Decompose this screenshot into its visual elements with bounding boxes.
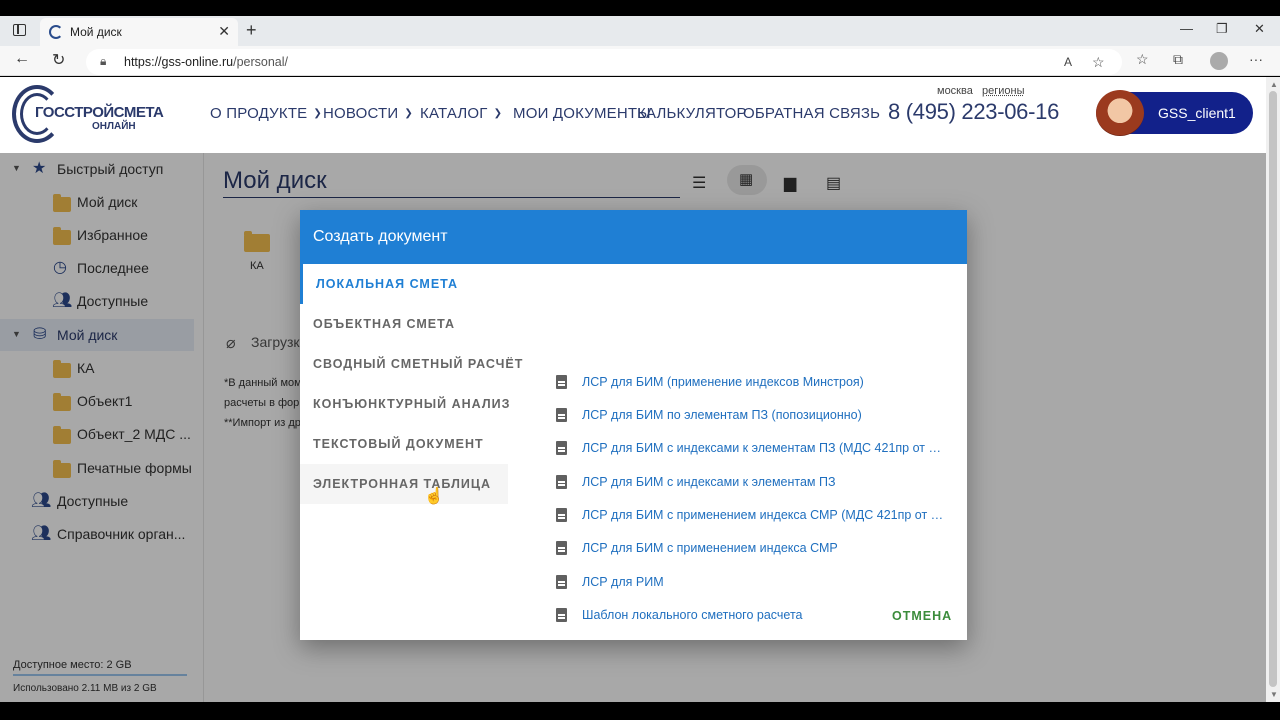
menu-my-documents[interactable]: МОИ ДОКУМЕНТЫ — [513, 105, 651, 122]
scroll-up-icon[interactable]: ▲ — [1270, 80, 1278, 89]
regions-link[interactable]: регионы — [982, 85, 1025, 97]
screen: Мой диск ✕ + — ❐ ✕ ← ↻ 🔒︎ https://gss-on… — [0, 0, 1280, 720]
document-icon — [556, 441, 567, 455]
category-summary-estimate[interactable]: СВОДНЫЙ СМЕТНЫЙ РАСЧЁТ — [300, 344, 522, 384]
collections-icon[interactable]: ⧉ — [1173, 51, 1183, 68]
lock-icon: 🔒︎ — [100, 54, 107, 68]
avatar — [1096, 90, 1144, 136]
top-border — [0, 0, 1280, 16]
menu-about[interactable]: О ПРОДУКТЕ ❯ — [210, 105, 322, 122]
menu-news[interactable]: НОВОСТИ ❯ — [323, 105, 413, 122]
create-document-dialog: Создать документ ЛОКАЛЬНАЯ СМЕТА ОБЪЕКТН… — [300, 210, 967, 640]
category-text-document[interactable]: ТЕКСТОВЫЙ ДОКУМЕНТ — [300, 424, 508, 464]
favorites-icon[interactable]: ☆ — [1136, 51, 1149, 68]
document-icon — [556, 541, 567, 555]
site-header: ГОССТРОЙСМЕТА ОНЛАЙН О ПРОДУКТЕ ❯ НОВОСТИ… — [0, 77, 1266, 153]
reload-icon[interactable]: ↻ — [52, 50, 65, 70]
window-close-icon[interactable]: ✕ — [1254, 21, 1265, 37]
document-icon — [556, 475, 567, 489]
profile-icon[interactable] — [1210, 52, 1228, 70]
hand-cursor-icon: ☝ — [424, 488, 444, 505]
logo-subtext: ОНЛАЙН — [92, 121, 136, 132]
category-object-estimate[interactable]: ОБЪЕКТНАЯ СМЕТА — [300, 304, 508, 344]
bottom-border — [0, 702, 1280, 720]
document-template-item[interactable]: ЛСР для БИМ по элементам ПЗ (попозиционн… — [556, 400, 956, 433]
favicon-icon — [49, 25, 63, 39]
document-template-item[interactable]: ЛСР для БИМ с индексами к элементам ПЗ (… — [556, 433, 956, 466]
scrollbar-thumb[interactable] — [1269, 91, 1277, 687]
user-name: GSS_client1 — [1158, 105, 1236, 121]
document-icon — [556, 575, 567, 589]
document-icon — [556, 375, 567, 389]
more-icon[interactable]: ··· — [1249, 51, 1263, 67]
phone-number: 8 (495) 223-06-16 — [888, 99, 1060, 124]
tab-close-icon[interactable]: ✕ — [218, 23, 230, 40]
scroll-down-icon[interactable]: ▼ — [1270, 690, 1278, 699]
document-template-item[interactable]: ЛСР для БИМ с применением индекса СМР — [556, 533, 956, 566]
read-aloud-icon[interactable]: A — [1064, 55, 1072, 69]
menu-feedback[interactable]: ОБРАТНАЯ СВЯЗЬ — [743, 105, 880, 122]
document-icon — [556, 608, 567, 622]
chevron-down-icon: ❯ — [404, 108, 413, 119]
new-tab-icon[interactable]: + — [246, 20, 257, 41]
document-template-item[interactable]: ЛСР для РИМ — [556, 567, 956, 600]
user-menu-button[interactable]: GSS_client1 — [1096, 90, 1253, 136]
browser-tab[interactable]: Мой диск ✕ — [40, 18, 238, 46]
menu-catalog[interactable]: КАТАЛОГ ❯ — [420, 105, 502, 122]
cancel-button[interactable]: ОТМЕНА — [892, 609, 952, 623]
favorite-add-icon[interactable]: ☆ — [1092, 54, 1105, 71]
document-template-item[interactable]: ЛСР для БИМ с применением индекса СМР (М… — [556, 500, 956, 533]
document-icon — [556, 408, 567, 422]
document-template-item[interactable]: ЛСР для БИМ с индексами к элементам ПЗ — [556, 467, 956, 500]
back-icon[interactable]: ← — [14, 50, 30, 68]
city-label[interactable]: москва — [937, 85, 973, 97]
logo-text: ГОССТРОЙСМЕТА — [35, 104, 164, 121]
category-spreadsheet[interactable]: ЭЛЕКТРОННАЯ ТАБЛИЦА — [300, 464, 508, 504]
address-bar[interactable]: 🔒︎ https://gss-online.ru/personal/ A ☆ — [86, 49, 1122, 75]
tab-actions-icon[interactable] — [13, 24, 26, 36]
chevron-down-icon: ❯ — [493, 108, 503, 119]
web-page: ГОССТРОЙСМЕТА ОНЛАЙН О ПРОДУКТЕ ❯ НОВОСТИ… — [0, 77, 1266, 702]
address-row: ← ↻ 🔒︎ https://gss-online.ru/personal/ A… — [0, 46, 1280, 76]
category-local-estimate[interactable]: ЛОКАЛЬНАЯ СМЕТА — [300, 264, 508, 304]
maximize-icon[interactable]: ❐ — [1216, 21, 1228, 37]
category-market-analysis[interactable]: КОНЪЮНКТУРНЫЙ АНАЛИЗ — [300, 384, 509, 424]
dialog-title: Создать документ — [313, 228, 448, 245]
url-text: https://gss-online.ru/personal/ — [124, 55, 288, 69]
site-logo[interactable]: ГОССТРОЙСМЕТА ОНЛАЙН — [12, 85, 164, 145]
dialog-header: Создать документ — [300, 210, 967, 264]
menu-calculator[interactable]: КАЛЬКУЛЯТОР — [637, 105, 747, 122]
page-scrollbar[interactable]: ▲ ▼ — [1266, 77, 1280, 702]
minimize-icon[interactable]: — — [1180, 21, 1193, 36]
document-icon — [556, 508, 567, 522]
document-template-item[interactable]: ЛСР для БИМ (применение индексов Минстро… — [556, 367, 956, 400]
tab-title: Мой диск — [70, 25, 122, 39]
chevron-down-icon: ❯ — [313, 108, 322, 119]
